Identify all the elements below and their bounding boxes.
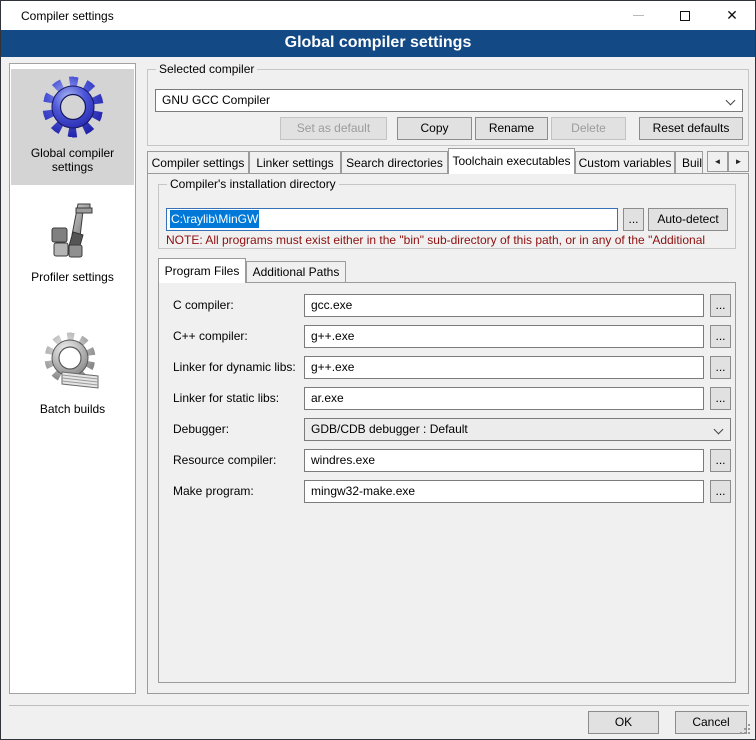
tab-scroll-left-button[interactable]: ◄: [707, 151, 728, 172]
dynamic-linker-label: Linker for dynamic libs:: [173, 360, 296, 374]
c-compiler-row: C compiler: gcc.exe ...: [159, 294, 737, 317]
tab-program-files[interactable]: Program Files: [158, 258, 246, 283]
browse-directory-button[interactable]: ...: [623, 208, 644, 231]
tab-compiler-settings[interactable]: Compiler settings: [147, 151, 249, 174]
static-linker-value: ar.exe: [311, 391, 344, 405]
selected-compiler-group: Selected compiler GNU GCC Compiler Set a…: [147, 69, 749, 146]
program-files-page: C compiler: gcc.exe ... C++ compiler: g+…: [158, 282, 736, 683]
dynamic-linker-input[interactable]: g++.exe: [304, 356, 704, 379]
resize-grip[interactable]: [748, 732, 750, 734]
copy-button[interactable]: Copy: [397, 117, 472, 140]
sidebar-item-global-compiler-settings[interactable]: Global compiler settings: [11, 69, 134, 185]
compiler-settings-dialog: Compiler settings ✕ Global compiler sett…: [0, 0, 756, 740]
debugger-row: Debugger: GDB/CDB debugger : Default: [159, 418, 737, 441]
program-files-tab-strip: Program Files Additional Paths: [158, 258, 736, 283]
page-title: Global compiler settings: [1, 30, 755, 57]
minimize-button[interactable]: [615, 1, 661, 30]
static-linker-label: Linker for static libs:: [173, 391, 279, 405]
tab-linker-settings[interactable]: Linker settings: [249, 151, 341, 174]
sidebar-item-label: Global compiler settings: [11, 144, 134, 180]
static-linker-input[interactable]: ar.exe: [304, 387, 704, 410]
delete-button[interactable]: Delete: [551, 117, 626, 140]
compiler-select-value: GNU GCC Compiler: [162, 93, 270, 107]
installation-directory-input[interactable]: C:\raylib\MinGW: [166, 208, 618, 231]
make-program-label: Make program:: [173, 484, 254, 498]
ok-button[interactable]: OK: [588, 711, 659, 734]
cancel-button[interactable]: Cancel: [675, 711, 747, 734]
resource-compiler-label: Resource compiler:: [173, 453, 276, 467]
gear-stack-icon: [40, 330, 106, 396]
resource-compiler-row: Resource compiler: windres.exe ...: [159, 449, 737, 472]
footer-divider: [9, 705, 749, 706]
bin-subdirectory-note: NOTE: All programs must exist either in …: [166, 233, 732, 247]
toolchain-executables-page: Compiler's installation directory C:\ray…: [147, 173, 749, 694]
window-title: Compiler settings: [21, 9, 114, 23]
tab-build-options[interactable]: Build: [675, 151, 703, 174]
chevron-down-icon: [714, 425, 724, 435]
chevron-down-icon: [726, 96, 736, 106]
tab-custom-variables[interactable]: Custom variables: [575, 151, 675, 174]
titlebar: Compiler settings ✕: [1, 1, 755, 30]
debugger-value: GDB/CDB debugger : Default: [311, 422, 468, 436]
close-icon: ✕: [726, 7, 738, 24]
maximize-icon: [680, 11, 690, 21]
dynamic-linker-value: g++.exe: [311, 360, 354, 374]
cpp-compiler-input[interactable]: g++.exe: [304, 325, 704, 348]
debugger-label: Debugger:: [173, 422, 229, 436]
sidebar-item-label: Profiler settings: [11, 268, 134, 290]
sidebar-item-batch-builds[interactable]: Batch builds: [11, 322, 134, 428]
tab-toolchain-executables[interactable]: Toolchain executables: [448, 148, 575, 174]
static-linker-browse-button[interactable]: ...: [710, 387, 731, 410]
make-program-value: mingw32-make.exe: [311, 484, 415, 498]
resource-compiler-browse-button[interactable]: ...: [710, 449, 731, 472]
make-program-browse-button[interactable]: ...: [710, 480, 731, 503]
resource-compiler-input[interactable]: windres.exe: [304, 449, 704, 472]
make-program-input[interactable]: mingw32-make.exe: [304, 480, 704, 503]
dynamic-linker-row: Linker for dynamic libs: g++.exe ...: [159, 356, 737, 379]
cpp-compiler-label: C++ compiler:: [173, 329, 248, 343]
tab-search-directories[interactable]: Search directories: [341, 151, 448, 174]
debugger-select[interactable]: GDB/CDB debugger : Default: [304, 418, 731, 441]
maximize-button[interactable]: [662, 1, 708, 30]
tab-additional-paths[interactable]: Additional Paths: [246, 261, 346, 283]
c-compiler-input[interactable]: gcc.exe: [304, 294, 704, 317]
resource-compiler-value: windres.exe: [311, 453, 375, 467]
selected-compiler-legend: Selected compiler: [156, 62, 257, 76]
set-as-default-button[interactable]: Set as default: [280, 117, 387, 140]
cpp-compiler-value: g++.exe: [311, 329, 354, 343]
close-button[interactable]: ✕: [709, 1, 755, 30]
sidebar-item-label: Batch builds: [11, 400, 134, 422]
static-linker-row: Linker for static libs: ar.exe ...: [159, 387, 737, 410]
rename-button[interactable]: Rename: [475, 117, 548, 140]
compiler-select[interactable]: GNU GCC Compiler: [155, 89, 743, 112]
dynamic-linker-browse-button[interactable]: ...: [710, 356, 731, 379]
gear-blue-icon: [40, 74, 106, 140]
installation-directory-group: Compiler's installation directory C:\ray…: [158, 184, 736, 249]
caliper-blocks-icon: [40, 198, 106, 264]
settings-tab-strip: Compiler settings Linker settings Search…: [147, 148, 749, 174]
minimize-icon: [633, 15, 644, 16]
c-compiler-label: C compiler:: [173, 298, 234, 312]
cpp-compiler-row: C++ compiler: g++.exe ...: [159, 325, 737, 348]
make-program-row: Make program: mingw32-make.exe ...: [159, 480, 737, 503]
auto-detect-button[interactable]: Auto-detect: [648, 208, 728, 231]
c-compiler-value: gcc.exe: [311, 298, 352, 312]
cpp-compiler-browse-button[interactable]: ...: [710, 325, 731, 348]
c-compiler-browse-button[interactable]: ...: [710, 294, 731, 317]
tab-scroll-right-button[interactable]: ►: [728, 151, 749, 172]
sidebar-item-profiler-settings[interactable]: Profiler settings: [11, 190, 134, 302]
installation-directory-selected-text: C:\raylib\MinGW: [170, 210, 259, 228]
installation-directory-legend: Compiler's installation directory: [167, 177, 339, 191]
reset-defaults-button[interactable]: Reset defaults: [639, 117, 743, 140]
settings-category-list: Global compiler settings: [9, 63, 136, 694]
